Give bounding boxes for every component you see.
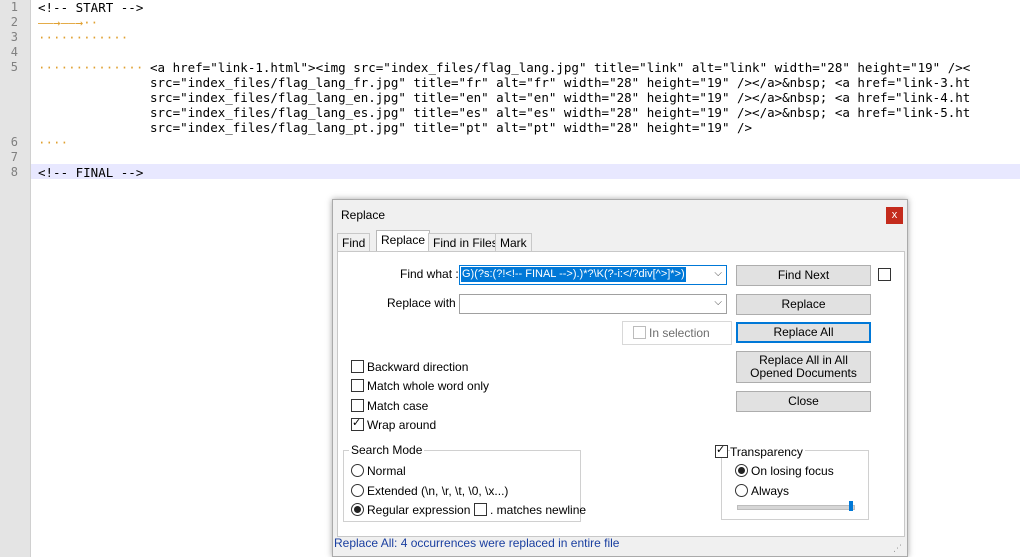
on-losing-focus-label: On losing focus bbox=[751, 464, 834, 478]
match-whole-word-checkbox[interactable] bbox=[351, 379, 364, 392]
match-whole-word-label: Match whole word only bbox=[367, 379, 490, 393]
tab-find[interactable]: Find bbox=[337, 233, 371, 252]
gutter-divider bbox=[30, 0, 31, 557]
code-line-8: <!-- FINAL --> bbox=[38, 165, 144, 180]
transparency-slider-thumb[interactable] bbox=[849, 501, 853, 511]
regular-expression-label: Regular expression bbox=[367, 503, 471, 517]
status-message: Replace All: 4 occurrences were replaced… bbox=[334, 536, 620, 550]
normal-radio[interactable] bbox=[351, 464, 364, 477]
find-what-input[interactable]: G)(?s:(?!<!-- FINAL -->).)*?\K(?-i:</?di… bbox=[459, 265, 727, 285]
line-number: 3 bbox=[10, 30, 18, 44]
replace-dialog: Replace x Find Replace Find in Files Mar… bbox=[332, 199, 908, 557]
replace-all-opened-label: Replace All in All Opened Documents bbox=[750, 353, 857, 380]
line-number: 6 bbox=[10, 135, 18, 149]
whitespace-marker: ···· bbox=[38, 135, 69, 150]
close-button[interactable]: Close bbox=[736, 391, 871, 412]
whitespace-marker: ············ bbox=[38, 30, 129, 45]
extended-label: Extended (\n, \r, \t, \0, \x...) bbox=[367, 484, 509, 498]
find-next-button[interactable]: Find Next bbox=[736, 265, 871, 286]
replace-with-label: Replace with : bbox=[387, 296, 463, 310]
line-number: 1 bbox=[10, 0, 18, 14]
transparency-label: Transparency bbox=[730, 445, 805, 459]
dialog-title: Replace bbox=[341, 208, 386, 222]
code-line-5-wrap: src="index_files/flag_lang_pt.jpg" title… bbox=[150, 120, 753, 135]
backward-direction-checkbox[interactable] bbox=[351, 360, 364, 373]
always-radio[interactable] bbox=[735, 484, 748, 497]
matches-newline-label: . matches newline bbox=[490, 503, 587, 517]
resize-grip-icon[interactable]: ⋰ bbox=[893, 543, 902, 554]
replace-button[interactable]: Replace bbox=[736, 294, 871, 315]
transparency-checkbox[interactable] bbox=[715, 443, 728, 458]
code-line-5-wrap: src="index_files/flag_lang_fr.jpg" title… bbox=[150, 75, 971, 90]
stay-on-top-checkbox[interactable] bbox=[878, 268, 891, 281]
whitespace-marker: ·············· bbox=[38, 60, 144, 75]
close-icon[interactable]: x bbox=[886, 207, 903, 224]
regular-expression-radio[interactable] bbox=[351, 503, 364, 516]
code-line-5: <a href="link-1.html"><img src="index_fi… bbox=[150, 60, 971, 75]
line-number: 7 bbox=[10, 150, 18, 164]
line-number: 5 bbox=[10, 60, 18, 74]
chevron-down-icon[interactable]: ⌵ bbox=[714, 297, 722, 308]
replace-with-input[interactable]: ⌵ bbox=[459, 294, 727, 314]
tab-replace[interactable]: Replace bbox=[376, 230, 431, 253]
replace-all-opened-button[interactable]: Replace All in All Opened Documents bbox=[736, 351, 871, 383]
line-number: 4 bbox=[10, 45, 18, 59]
line-number: 8 bbox=[10, 165, 18, 179]
search-mode-title: Search Mode bbox=[349, 443, 425, 457]
code-line-5-wrap: src="index_files/flag_lang_es.jpg" title… bbox=[150, 105, 971, 120]
in-selection-checkbox[interactable] bbox=[633, 326, 646, 339]
code-line-1: <!-- START --> bbox=[38, 0, 144, 15]
code-line-5-wrap: src="index_files/flag_lang_en.jpg" title… bbox=[150, 90, 971, 105]
tab-find-in-files[interactable]: Find in Files bbox=[428, 233, 503, 252]
find-what-label: Find what : bbox=[400, 267, 459, 281]
tab-mark[interactable]: Mark bbox=[495, 233, 532, 252]
chevron-down-icon[interactable]: ⌵ bbox=[712, 268, 722, 279]
on-losing-focus-radio[interactable] bbox=[735, 464, 748, 477]
always-label: Always bbox=[751, 484, 790, 498]
replace-all-button[interactable]: Replace All bbox=[736, 322, 871, 343]
whitespace-marker: ——→——→·· bbox=[38, 15, 99, 30]
current-line-highlight bbox=[31, 164, 1020, 179]
extended-radio[interactable] bbox=[351, 484, 364, 497]
in-selection-label: In selection bbox=[649, 326, 710, 340]
line-number-gutter: 1 2 3 4 5 6 7 8 bbox=[0, 0, 30, 557]
find-what-value: G)(?s:(?!<!-- FINAL -->).)*?\K(?-i:</?di… bbox=[461, 267, 686, 282]
matches-newline-checkbox[interactable] bbox=[474, 503, 487, 516]
wrap-around-checkbox[interactable] bbox=[351, 416, 364, 431]
wrap-around-label: Wrap around bbox=[367, 418, 437, 432]
match-case-label: Match case bbox=[367, 399, 429, 413]
transparency-slider[interactable] bbox=[737, 505, 855, 510]
backward-direction-label: Backward direction bbox=[367, 360, 469, 374]
normal-label: Normal bbox=[367, 464, 406, 478]
match-case-checkbox[interactable] bbox=[351, 399, 364, 412]
line-number: 2 bbox=[10, 15, 18, 29]
